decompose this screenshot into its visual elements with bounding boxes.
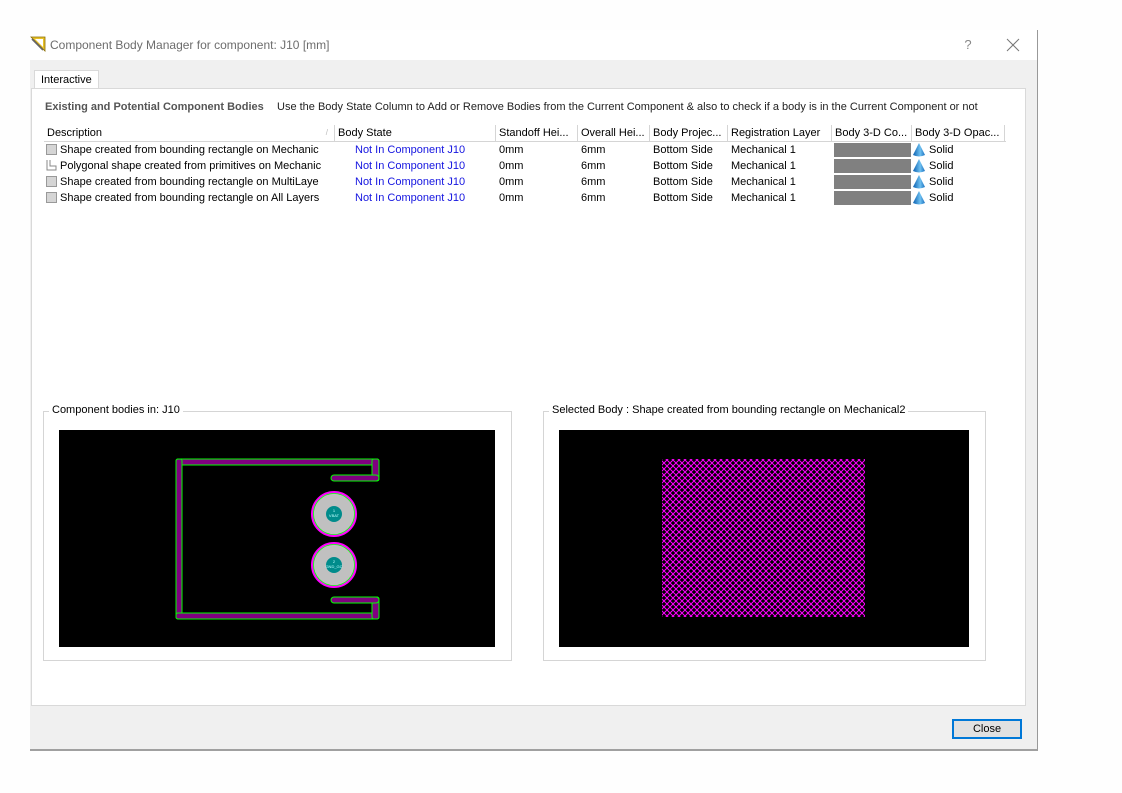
rectangle-shape-icon [46,144,57,155]
tab-interactive[interactable]: Interactive [34,70,99,89]
rectangle-shape-icon [46,192,57,203]
column-header-standoff-height[interactable]: Standoff Hei... [496,125,578,141]
selected-body-group: Selected Body : Shape created from bound… [543,404,986,661]
body-projection-cell: Bottom Side [653,160,713,172]
column-header-body-3d-opacity[interactable]: Body 3-D Opac... [912,125,1005,141]
opacity-cone-icon [913,143,925,157]
body-3d-opacity-cell[interactable]: Solid [929,174,999,190]
section-heading: Existing and Potential Component Bodies [45,101,264,113]
body-state-cell[interactable]: Not In Component J10 [355,190,495,206]
component-body-manager-dialog: Component Body Manager for component: J1… [30,30,1038,751]
hatched-body-rectangle [662,459,865,617]
set-square-ruler-icon [30,36,46,52]
opacity-cone-icon [913,159,925,173]
interactive-panel: Existing and Potential Component Bodies … [31,88,1026,706]
body-projection-cell: Bottom Side [653,176,713,188]
column-header-registration-layer[interactable]: Registration Layer [728,125,832,141]
standoff-height-cell: 0mm [499,160,524,172]
component-preview-canvas[interactable]: 1 VBAT 2 GND_GC [59,430,495,647]
standoff-height-cell: 0mm [499,144,524,156]
title-bar: Component Body Manager for component: J1… [30,30,1037,60]
body-3d-color-swatch[interactable] [834,159,911,173]
registration-layer-cell: Mechanical 1 [731,144,796,156]
pad-1: 1 VBAT [311,491,357,537]
column-header-body-state[interactable]: Body State [335,125,496,141]
description-cell: Shape created from bounding rectangle on… [60,176,319,188]
body-state-cell[interactable]: Not In Component J10 [355,142,495,158]
overall-height-cell: 6mm [581,160,606,172]
table-row[interactable]: Polygonal shape created from primitives … [44,158,1006,174]
body-3d-opacity-cell[interactable]: Solid [929,158,999,174]
table-body: Shape created from bounding rectangle on… [44,142,1006,206]
column-header-overall-height[interactable]: Overall Hei... [578,125,650,141]
selected-body-label: Selected Body : Shape created from bound… [549,404,909,416]
overall-height-cell: 6mm [581,144,606,156]
pad-2: 2 GND_GC [311,542,357,588]
body-state-cell[interactable]: Not In Component J10 [355,158,495,174]
section-hint: Use the Body State Column to Add or Remo… [277,101,978,113]
body-3d-opacity-cell[interactable]: Solid [929,190,999,206]
opacity-cone-icon [913,175,925,189]
close-icon [1006,38,1020,52]
column-label: Description [47,127,103,139]
selected-body-drawing [662,459,865,617]
table-row[interactable]: Shape created from bounding rectangle on… [44,142,1006,158]
body-projection-cell: Bottom Side [653,144,713,156]
column-header-body-3d-color[interactable]: Body 3-D Co... [832,125,912,141]
standoff-height-cell: 0mm [499,192,524,204]
registration-layer-cell: Mechanical 1 [731,192,796,204]
component-footprint-drawing: 1 VBAT 2 GND_GC [175,458,380,620]
description-cell: Polygonal shape created from primitives … [60,160,322,172]
column-header-description[interactable]: Description / [44,125,335,141]
selected-body-preview-canvas[interactable] [559,430,969,647]
body-3d-color-swatch[interactable] [834,191,911,205]
help-button[interactable]: ? [956,36,980,54]
body-state-cell[interactable]: Not In Component J10 [355,174,495,190]
description-cell: Shape created from bounding rectangle on… [60,192,320,204]
table-row[interactable]: Shape created from bounding rectangle on… [44,190,1006,206]
pad-2-net: GND_GC [325,564,342,569]
sort-indicator-icon: / [325,128,328,137]
registration-layer-cell: Mechanical 1 [731,176,796,188]
window-title: Component Body Manager for component: J1… [50,38,330,52]
bodies-table: Description / Body State Standoff Hei...… [44,125,1006,206]
overall-height-cell: 6mm [581,176,606,188]
description-cell: Shape created from bounding rectangle on… [60,144,319,156]
component-bodies-group: Component bodies in: J10 1 VBAT 2 GND_GC [43,404,512,661]
overall-height-cell: 6mm [581,192,606,204]
pad-1-net: VBAT [329,513,340,518]
component-bodies-label: Component bodies in: J10 [49,404,183,416]
column-header-body-projection[interactable]: Body Projec... [650,125,728,141]
rectangle-shape-icon [46,176,57,187]
body-3d-color-swatch[interactable] [834,143,911,157]
body-3d-opacity-cell[interactable]: Solid [929,142,999,158]
body-3d-color-swatch[interactable] [834,175,911,189]
table-header: Description / Body State Standoff Hei...… [44,125,1006,142]
polygon-shape-icon [46,160,57,171]
registration-layer-cell: Mechanical 1 [731,160,796,172]
close-button[interactable]: Close [952,719,1022,739]
body-outline [175,458,380,620]
standoff-height-cell: 0mm [499,176,524,188]
window-close-button[interactable] [1000,34,1026,56]
table-row[interactable]: Shape created from bounding rectangle on… [44,174,1006,190]
opacity-cone-icon [913,191,925,205]
body-projection-cell: Bottom Side [653,192,713,204]
